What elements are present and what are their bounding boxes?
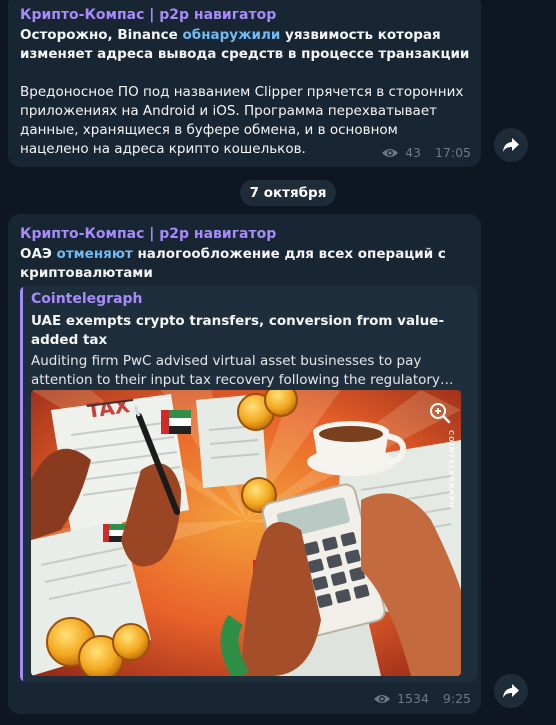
link-preview[interactable]: Cointelegraph UAE exempts crypto transfe… [20,286,477,682]
preview-accent-bar [20,286,23,682]
image-watermark: COINTELEGRAPH [447,430,455,509]
message-bubble-uae-tax: Крипто-Компас | p2p навигатор ОАЭ отменя… [8,214,481,714]
share-button[interactable] [494,674,528,708]
share-arrow-icon [503,684,519,698]
zoom-button[interactable] [427,400,453,426]
tax-illustration: TAX [31,390,461,676]
preview-description: Auditing firm PwC advised virtual asset … [31,353,440,388]
message-time: 17:05 [434,145,471,160]
headline-text-start: Осторожно, Binance [20,27,183,43]
message-bubble-binance-warning: Крипто-Компас | p2p навигатор Осторожно,… [8,0,481,167]
share-arrow-icon [503,138,519,152]
channel-name[interactable]: Крипто-Компас | p2p навигатор [20,226,276,242]
headline-text-start: ОАЭ [20,246,57,262]
eye-icon [373,693,391,705]
share-button[interactable] [494,128,528,162]
channel-name[interactable]: Крипто-Компас | p2p навигатор [20,7,276,23]
date-separator: 7 октября [240,180,336,206]
preview-title: UAE exempts crypto transfers, conversion… [31,313,445,348]
preview-image[interactable]: TAX COINTELEGRAPH [31,390,461,676]
eye-icon [381,147,399,159]
message-meta: 1534 9:25 [373,691,471,706]
views-count: 1534 [397,691,429,706]
zoom-in-icon [430,403,451,424]
message-headline: ОАЭ отменяют налогообложение для всех оп… [20,245,470,283]
message-meta: 43 17:05 [381,145,471,160]
message-time: 9:25 [442,691,471,706]
message-headline: Осторожно, Binance обнаружили уязвимость… [20,26,470,64]
headline-link[interactable]: обнаружили [183,27,281,43]
views-count: 43 [405,145,421,160]
preview-site-name: Cointelegraph [31,291,143,307]
headline-link[interactable]: отменяют [57,246,133,262]
